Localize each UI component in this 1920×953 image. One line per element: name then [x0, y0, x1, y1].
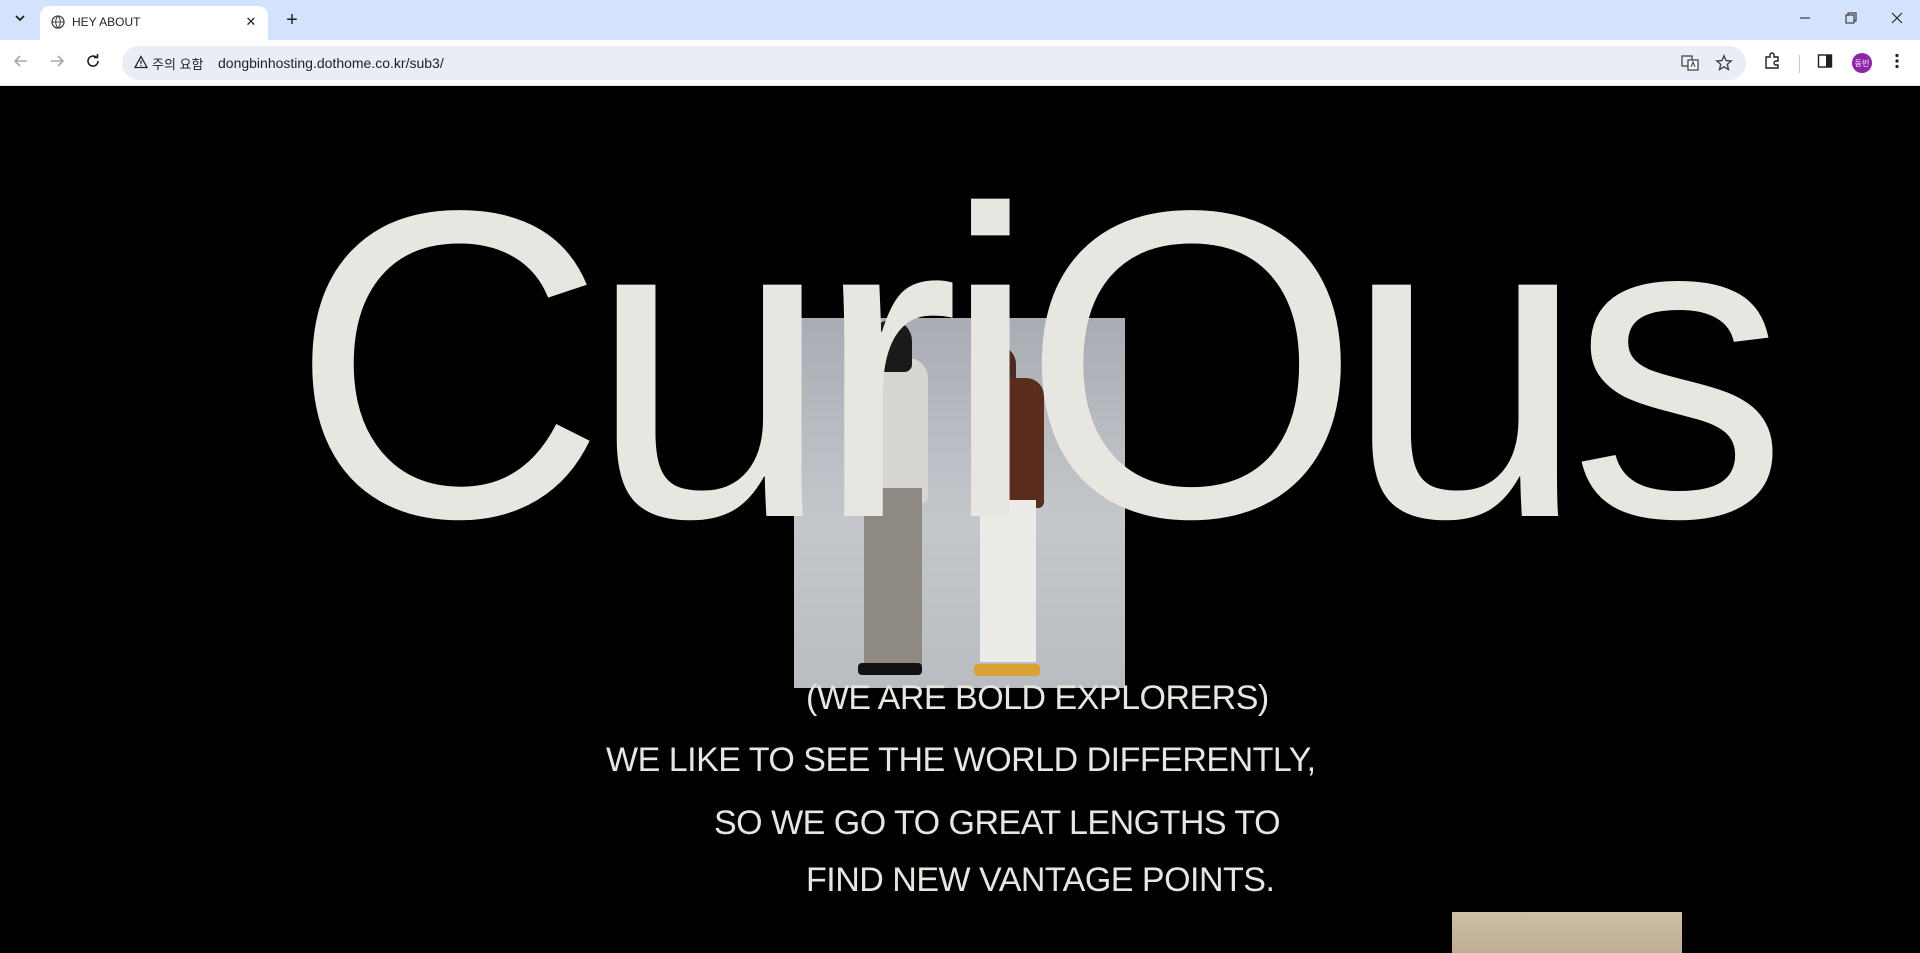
extensions-button[interactable]	[1757, 48, 1787, 78]
arrow-right-icon	[49, 53, 65, 74]
puzzle-icon	[1763, 51, 1781, 75]
tagline-line-3: SO WE GO TO GREAT LENGTHS TO	[714, 804, 1281, 842]
forward-button[interactable]	[42, 48, 72, 78]
toolbar-separator	[1799, 55, 1800, 73]
tab-strip: HEY ABOUT ✕ +	[0, 0, 1920, 40]
close-window-button[interactable]	[1874, 0, 1920, 40]
minimize-icon	[1799, 11, 1811, 29]
security-label: 주의 요함	[152, 56, 204, 72]
tab-active[interactable]: HEY ABOUT ✕	[40, 6, 268, 40]
arrow-left-icon	[13, 53, 29, 74]
url-text[interactable]: dongbinhosting.dothome.co.kr/sub3/	[218, 55, 444, 71]
back-button[interactable]	[6, 48, 36, 78]
tab-search-button[interactable]	[6, 8, 34, 32]
tagline-line-4: FIND NEW VANTAGE POINTS.	[806, 861, 1275, 899]
figure-right-shoes	[974, 664, 1040, 676]
address-bar[interactable]: 주의 요함 dongbinhosting.dothome.co.kr/sub3/	[122, 46, 1746, 80]
figure-left-shoes	[858, 663, 922, 675]
browser-toolbar: 주의 요함 dongbinhosting.dothome.co.kr/sub3/…	[0, 40, 1920, 86]
tagline-line-1: (WE ARE BOLD EXPLORERS)	[806, 679, 1269, 717]
reload-button[interactable]	[78, 48, 108, 78]
tab-title: HEY ABOUT	[72, 15, 141, 29]
close-tab-icon[interactable]: ✕	[242, 13, 260, 31]
menu-button[interactable]	[1882, 48, 1912, 78]
restore-icon	[1845, 11, 1857, 29]
globe-icon	[50, 14, 66, 30]
restore-button[interactable]	[1828, 0, 1874, 40]
star-icon[interactable]	[1712, 51, 1736, 75]
secondary-photo	[1452, 912, 1682, 953]
side-panel-button[interactable]	[1810, 48, 1840, 78]
kebab-menu-icon	[1895, 53, 1899, 74]
warning-icon	[133, 54, 149, 72]
profile-avatar[interactable]: 동빈	[1852, 53, 1872, 73]
hero-title: CuriOus	[290, 119, 1788, 609]
chevron-down-icon	[14, 11, 26, 29]
minimize-button[interactable]	[1782, 0, 1828, 40]
page-content: CuriOus (WE ARE BOLD EXPLORERS) WE LIKE …	[0, 87, 1920, 953]
translate-icon[interactable]	[1678, 51, 1702, 75]
close-icon	[1891, 11, 1903, 29]
new-tab-button[interactable]: +	[280, 8, 304, 32]
reload-icon	[85, 53, 101, 74]
side-panel-icon	[1817, 53, 1833, 74]
security-chip[interactable]: 주의 요함	[128, 50, 211, 76]
tagline-line-2: WE LIKE TO SEE THE WORLD DIFFERENTLY,	[606, 741, 1316, 779]
